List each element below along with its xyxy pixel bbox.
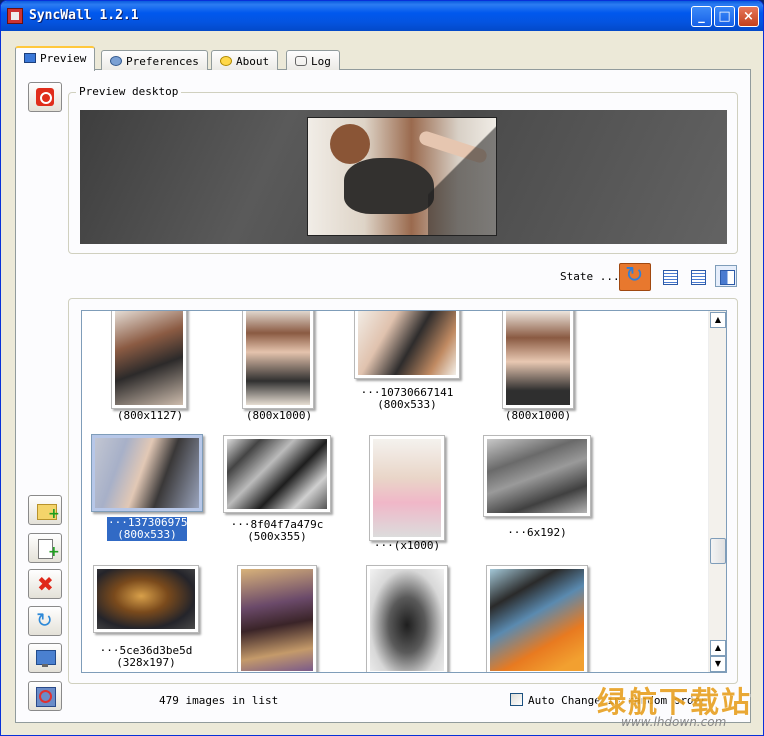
paperclip-icon — [295, 56, 307, 66]
tab-label: About — [236, 55, 270, 68]
thumbnail-caption: ···10730667141 (800x533) — [360, 386, 454, 411]
remove-image-button[interactable] — [28, 569, 62, 599]
tab-label: Log — [311, 55, 331, 68]
scroll-thumb[interactable] — [710, 538, 726, 564]
watermark-url: www.lhdown.com — [621, 715, 727, 729]
image-list[interactable]: (800x1127) (800x1000) ···10730667141 (80… — [81, 310, 727, 673]
thumbnail-caption: (800x1000) — [504, 409, 572, 422]
bulb-icon — [220, 56, 232, 66]
gear-icon — [110, 56, 122, 66]
thumbnail-caption: (800x1127) — [116, 409, 184, 422]
thumbnail-view-icon[interactable] — [715, 265, 737, 287]
tab-preview[interactable]: Preview — [15, 46, 96, 71]
thumbnail-caption: ···8f04f7a479c (500x355) — [230, 518, 324, 543]
image-count-label: 479 images in list — [159, 694, 279, 707]
thumbnail[interactable] — [242, 311, 314, 409]
auto-change-checkbox[interactable] — [510, 693, 523, 706]
thumbnail-selected[interactable] — [91, 434, 203, 512]
scroll-down-button[interactable]: ▼ — [710, 656, 726, 672]
power-button[interactable] — [28, 82, 62, 112]
thumbnail-caption-selected: ···13730697501 (800x533) — [107, 516, 201, 541]
app-icon — [7, 8, 23, 24]
rotate-state-icon[interactable] — [619, 263, 651, 291]
thumbnail[interactable] — [483, 435, 591, 517]
state-label: State ... — [560, 270, 620, 283]
vertical-scrollbar[interactable]: ▲ ▲ ▼ — [708, 311, 726, 672]
thumbnail-caption: (800x1000) — [245, 409, 313, 422]
thumbnail[interactable] — [366, 565, 448, 672]
thumbnail[interactable] — [502, 311, 574, 409]
details-view-icon[interactable] — [686, 265, 708, 287]
tab-preferences[interactable]: Preferences — [101, 50, 208, 70]
window-title: SyncWall 1.2.1 — [29, 8, 139, 23]
thumbnail[interactable] — [93, 565, 199, 633]
close-button[interactable]: × — [738, 6, 759, 27]
tab-about[interactable]: About — [211, 50, 279, 70]
app-window: SyncWall 1.2.1 _ □ × Preview Preferences… — [0, 0, 764, 736]
thumbnail[interactable] — [223, 435, 331, 513]
thumbnail-caption: ···(x1000) — [373, 539, 441, 552]
scroll-up-button[interactable]: ▲ — [710, 312, 726, 328]
tab-label: Preferences — [126, 55, 199, 68]
thumbnail-caption: ···5ce36d3be5d (328x197) — [99, 644, 193, 669]
thumbnail[interactable] — [111, 311, 187, 409]
minimize-button[interactable]: _ — [691, 6, 712, 27]
monitor-icon — [24, 53, 36, 63]
thumbnail[interactable] — [354, 311, 460, 379]
tab-label: Preview — [40, 52, 87, 65]
title-bar[interactable]: SyncWall 1.2.1 _ □ × — [1, 1, 763, 31]
thumbnail[interactable] — [369, 435, 445, 541]
refresh-button[interactable] — [28, 606, 62, 636]
thumbnail-caption: ···6x192) — [507, 526, 567, 539]
maximize-button[interactable]: □ — [714, 6, 735, 27]
preview-group-label: Preview desktop — [76, 85, 182, 98]
preview-wallpaper-image — [307, 117, 497, 236]
set-wallpaper-button[interactable] — [28, 643, 62, 673]
scroll-up-button[interactable]: ▲ — [710, 640, 726, 656]
add-folder-button[interactable] — [28, 495, 62, 525]
tab-log[interactable]: Log — [286, 50, 340, 70]
add-file-button[interactable] — [28, 533, 62, 563]
list-view-icon[interactable] — [658, 265, 680, 287]
thumbnail[interactable] — [237, 565, 317, 672]
find-image-button[interactable] — [28, 681, 62, 711]
thumbnail[interactable] — [486, 565, 588, 672]
